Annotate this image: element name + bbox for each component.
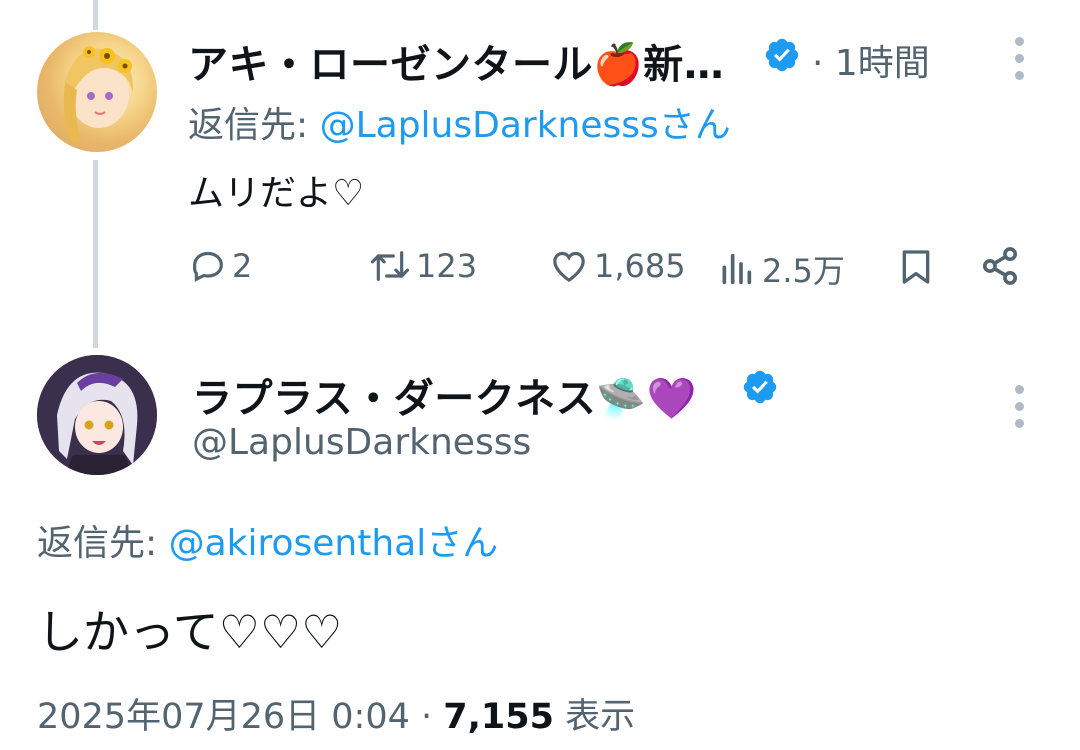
- views-count: 2.5万: [762, 252, 845, 290]
- view-label: 表示: [553, 697, 636, 737]
- reply-count: 2: [232, 247, 253, 285]
- bookmark-icon[interactable]: [896, 246, 936, 288]
- reply-to-label: 返信先:: [188, 105, 320, 146]
- share-icon[interactable]: [978, 244, 1022, 288]
- avatar-aki-image: [63, 46, 134, 142]
- author-handle[interactable]: @LaplusDarknesss: [192, 422, 531, 463]
- reply-to-line: 返信先: @akirosenthalさん: [37, 514, 498, 566]
- view-count: 7,155: [443, 697, 554, 737]
- like-icon: [553, 251, 585, 283]
- thread-connector-top: [93, 0, 98, 30]
- retweet-icon: [370, 251, 410, 281]
- avatar-laplus-image: [37, 355, 157, 475]
- author-name-laplus[interactable]: ラプラス・ダークネス🛸💜: [192, 366, 697, 424]
- reply-button[interactable]: 2: [188, 246, 252, 286]
- more-options-icon[interactable]: [1015, 385, 1025, 436]
- reply-to-label: 返信先:: [37, 523, 169, 564]
- tweet-meta: 2025年07月26日 0:04 · 7,155 表示: [37, 688, 635, 739]
- retweet-count: 123: [416, 247, 478, 285]
- verified-badge-icon: [743, 370, 777, 404]
- avatar-laplus[interactable]: [37, 355, 157, 475]
- verified-badge-icon: [765, 38, 799, 72]
- views-button[interactable]: 2.5万: [718, 246, 845, 292]
- reply-icon: [193, 251, 223, 282]
- reply-to-handle[interactable]: @LaplusDarknesssさん: [320, 105, 731, 146]
- author-name[interactable]: アキ・ローゼンタール🍎新…: [188, 32, 724, 90]
- tweet-time: 1時間: [834, 43, 930, 84]
- tweet-text: しかって♡♡♡: [37, 605, 343, 659]
- reply-to-line: 返信先: @LaplusDarknesssさん: [188, 96, 731, 148]
- like-button[interactable]: 1,685: [548, 246, 686, 286]
- retweet-button[interactable]: 123: [366, 246, 477, 286]
- separator-dot: ·: [812, 43, 835, 84]
- tweet-text: ムリだよ♡: [188, 173, 365, 214]
- more-options-icon[interactable]: [1015, 37, 1025, 88]
- views-icon: [722, 253, 752, 285]
- reply-to-handle[interactable]: @akirosenthalさん: [169, 523, 499, 564]
- tweet-timestamp[interactable]: · 1時間: [812, 34, 930, 86]
- tweet-date[interactable]: 2025年07月26日 0:04 ·: [37, 697, 443, 737]
- thread-connector: [93, 160, 98, 348]
- like-count: 1,685: [594, 247, 686, 285]
- avatar-aki[interactable]: [37, 32, 157, 152]
